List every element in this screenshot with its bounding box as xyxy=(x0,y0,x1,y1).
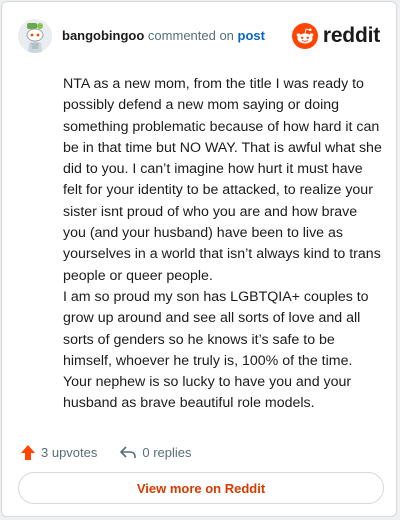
username-link[interactable]: bangobingoo xyxy=(62,28,144,43)
reply-count: 0 replies xyxy=(142,444,192,460)
upvote-count: 3 upvotes xyxy=(41,444,98,460)
comment-body: NTA as a new mom, from the title I was r… xyxy=(63,74,383,415)
view-more-on-reddit-button[interactable]: View more on Reddit xyxy=(18,472,384,504)
snoo-avatar-icon xyxy=(18,19,52,53)
upvote-arrow-icon xyxy=(21,444,35,460)
post-link[interactable]: post xyxy=(238,28,265,43)
reddit-logo-text: reddit xyxy=(322,24,380,47)
byline-action-text: commented on xyxy=(144,28,238,43)
comment-byline: bangobingoo commented on post xyxy=(62,28,265,43)
reply-arrow-icon xyxy=(120,446,137,458)
comment-paragraph: NTA as a new mom, from the title I was r… xyxy=(63,76,382,284)
embedded-comment-card: bangobingoo commented on post reddit NTA… xyxy=(1,1,397,517)
reddit-logo[interactable]: reddit xyxy=(291,22,380,50)
comment-paragraph: I am so proud my son has LGBTQIA+ couple… xyxy=(63,288,369,412)
reddit-logo-icon xyxy=(291,23,318,49)
comment-header: bangobingoo commented on post reddit xyxy=(18,16,380,56)
reply-button[interactable]: 0 replies xyxy=(119,444,192,460)
user-avatar[interactable] xyxy=(18,19,52,53)
upvote-button[interactable]: 3 upvotes xyxy=(20,444,97,461)
comment-actions: 3 upvotes 0 replies xyxy=(20,442,192,462)
